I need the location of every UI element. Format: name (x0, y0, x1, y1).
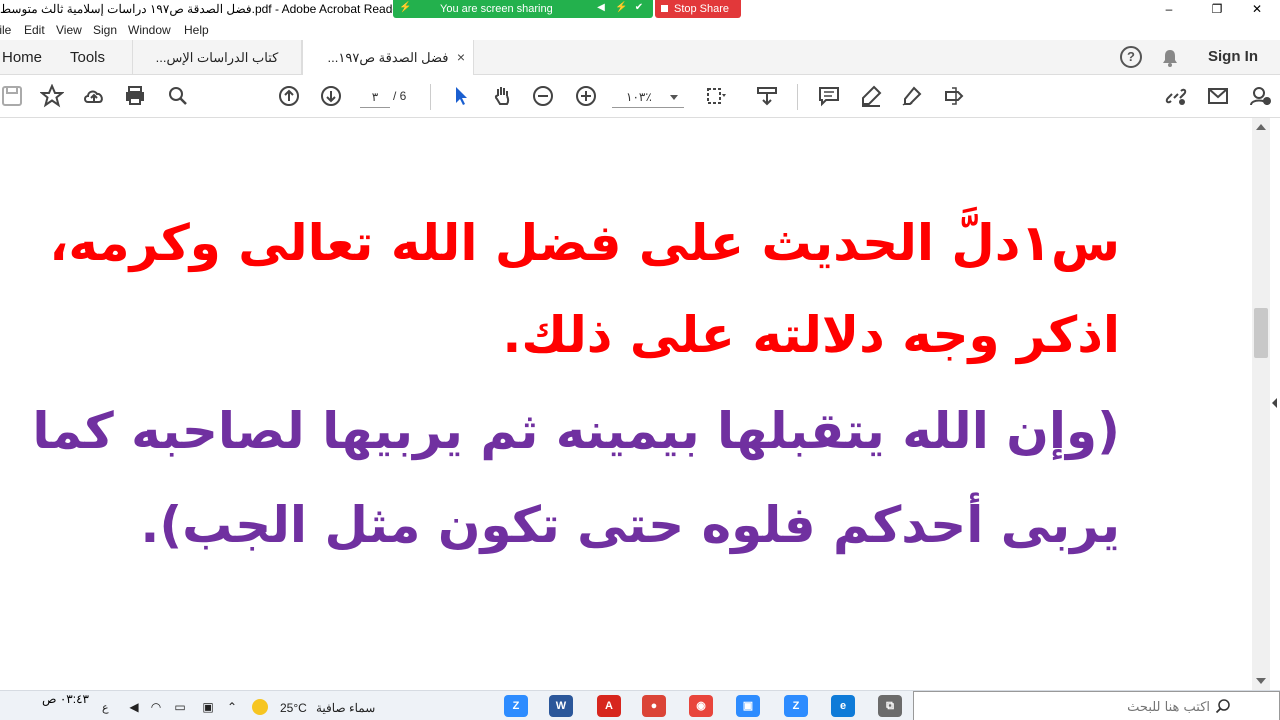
tab-document-2-label: فضل الصدقة ص١٩٧... (327, 50, 449, 65)
network-icon[interactable]: ▣ (200, 699, 216, 715)
tab-document-1-label: كتاب الدراسات الإس... (155, 50, 279, 65)
fill-sign-icon[interactable] (942, 84, 966, 108)
tray-chevron-icon[interactable]: ⌃ (224, 699, 240, 715)
select-cursor-icon[interactable] (449, 84, 473, 108)
meet-app-icon[interactable]: ▣ (736, 695, 760, 717)
zoom-level-value: ١٠٣٪ (626, 90, 652, 104)
zoom-level-select[interactable]: ١٠٣٪ (612, 86, 684, 108)
add-user-icon[interactable] (1248, 84, 1272, 108)
tab-tools[interactable]: Tools (70, 40, 130, 75)
toolbar-divider (797, 84, 798, 110)
hand-tool-icon[interactable] (490, 84, 514, 108)
tab-document-2[interactable]: فضل الصدقة ص١٩٧... × (302, 40, 474, 75)
tab-bar: Home Tools كتاب الدراسات الإس... فضل الص… (0, 40, 1280, 75)
clock-time[interactable]: ٠٣:٤٣ ص (42, 692, 89, 706)
chevron-left-icon[interactable] (1272, 398, 1277, 408)
zoom-in-icon[interactable] (574, 84, 598, 108)
chrome-app-icon[interactable]: ● (642, 695, 666, 717)
share-link-icon[interactable] (1164, 84, 1188, 108)
right-panel-toggle[interactable] (1270, 118, 1280, 690)
scroll-up-icon[interactable] (1256, 124, 1266, 130)
toolbar-divider (430, 84, 431, 110)
wifi-icon[interactable]: ◠ (148, 699, 164, 715)
acrobat-app-icon[interactable]: A (597, 695, 621, 717)
share-lightning-icon: ⚡ (399, 2, 412, 13)
page-total: / 6 (393, 89, 407, 103)
taskbar-search-box[interactable] (913, 691, 1280, 720)
toolbar: ٣ / 6 ١٠٣٪ (0, 76, 1280, 118)
window-title: فضل الصدقة ص١٩٧ دراسات إسلامية ثالث متوس… (0, 2, 400, 16)
stop-share-label: Stop Share (674, 3, 730, 15)
tab-close-icon[interactable]: × (457, 40, 465, 75)
menu-help[interactable]: Help (184, 23, 209, 37)
menu-view[interactable]: View (56, 23, 82, 37)
word-app-icon[interactable]: W (549, 695, 573, 717)
fit-page-icon[interactable] (704, 84, 728, 108)
previous-page-icon[interactable] (277, 84, 301, 108)
bell-icon[interactable] (1160, 48, 1180, 68)
share-status-text: You are screen sharing (440, 3, 553, 15)
help-icon[interactable]: ? (1120, 46, 1142, 68)
zoom-app-icon[interactable]: Z (504, 695, 528, 717)
answer-line-2: يربى أحدكم فلوه حتى تكون مثل الجب). (140, 496, 1120, 554)
zoom-out-icon[interactable] (531, 84, 555, 108)
sign-in-button[interactable]: Sign In (1208, 48, 1258, 65)
next-page-icon[interactable] (319, 84, 343, 108)
record-app-icon[interactable]: ◉ (689, 695, 713, 717)
menu-edit[interactable]: Edit (24, 23, 45, 37)
edge-app-icon[interactable]: e (831, 695, 855, 717)
weather-sun-icon[interactable] (252, 699, 268, 715)
stop-square-icon (661, 5, 668, 12)
scroll-thumb[interactable] (1254, 308, 1268, 358)
bookmark-star-icon[interactable] (39, 83, 65, 108)
comment-icon[interactable] (817, 84, 841, 108)
answer-line-1: (وإن الله يتقبلها بيمينه ثم يربيها لصاحب… (32, 402, 1120, 460)
weather-description[interactable]: سماء صافية (316, 701, 375, 715)
menu-file[interactable]: File (0, 23, 11, 37)
menu-bar: File Edit View Sign Window Help (0, 20, 1280, 40)
search-icon (1215, 698, 1231, 714)
taskbar: ٠٣:٤٣ ص ع ◀ ◠ ▭ ▣ ⌃ 25°C سماء صافية Z W … (0, 690, 1280, 720)
email-icon[interactable] (1206, 84, 1230, 108)
save-icon[interactable] (0, 84, 24, 108)
taskview-app-icon[interactable]: ⧉ (878, 695, 902, 717)
tab-document-1[interactable]: كتاب الدراسات الإس... (132, 40, 302, 74)
print-icon[interactable] (123, 84, 147, 108)
document-page: س١دلَّ الحديث على فضل الله تعالى وكرمه، … (0, 118, 1252, 690)
speaker-icon[interactable]: ◀ (595, 2, 607, 14)
chevron-down-icon (670, 95, 678, 100)
stop-share-button[interactable]: Stop Share (655, 0, 741, 18)
page-number-input[interactable]: ٣ (360, 86, 390, 108)
shield-check-icon: ✔ (634, 2, 644, 13)
screen-share-banner: ⚡ You are screen sharing ◀ ⚡ ✔ (393, 0, 653, 18)
title-bar: فضل الصدقة ص١٩٧ دراسات إسلامية ثالث متوس… (0, 0, 1280, 20)
close-button[interactable]: ✕ (1234, 0, 1280, 20)
tab-home[interactable]: Home (2, 40, 58, 75)
zoom2-app-icon[interactable]: Z (784, 695, 808, 717)
vertical-scrollbar[interactable] (1252, 118, 1270, 690)
minimize-button[interactable]: – (1146, 0, 1192, 20)
question-line-2: اذكر وجه دلالته على ذلك. (502, 306, 1120, 364)
acrobat-window: فضل الصدقة ص١٩٧ دراسات إسلامية ثالث متوس… (0, 0, 1280, 720)
sign-pen-icon[interactable] (900, 84, 924, 108)
upload-cloud-icon[interactable] (82, 84, 106, 108)
mute-icon[interactable]: ⚡ (615, 2, 627, 14)
menu-sign[interactable]: Sign (93, 23, 117, 37)
scroll-mode-icon[interactable] (755, 84, 779, 108)
scroll-down-icon[interactable] (1256, 678, 1266, 684)
menu-window[interactable]: Window (128, 23, 171, 37)
search-input[interactable] (920, 697, 1210, 717)
battery-icon[interactable]: ▭ (172, 699, 188, 715)
volume-icon[interactable]: ◀ (126, 699, 142, 715)
highlight-pen-icon[interactable] (859, 84, 883, 108)
question-line-1: س١دلَّ الحديث على فضل الله تعالى وكرمه، (49, 214, 1120, 272)
zoom-search-icon[interactable] (166, 84, 190, 108)
language-indicator[interactable]: ع (102, 701, 109, 714)
weather-temperature[interactable]: 25°C (280, 701, 307, 715)
